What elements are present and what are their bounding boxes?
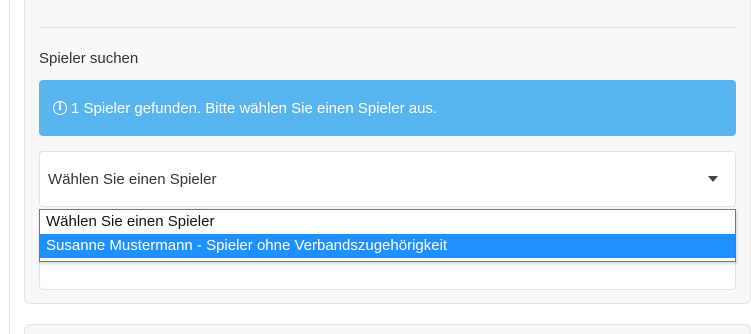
- player-select[interactable]: Wählen Sie einen Spieler: [39, 151, 736, 207]
- info-icon: i: [53, 101, 67, 115]
- player-select-value: Wählen Sie einen Spieler: [48, 170, 217, 188]
- dropdown-option-placeholder[interactable]: Wählen Sie einen Spieler: [40, 210, 735, 234]
- player-select-dropdown[interactable]: Wählen Sie einen Spieler Susanne Musterm…: [39, 209, 736, 262]
- panel-divider: [39, 27, 736, 28]
- next-panel: [24, 324, 751, 334]
- info-alert-text: 1 Spieler gefunden. Bitte wählen Sie ein…: [71, 99, 438, 117]
- info-alert: i 1 Spieler gefunden. Bitte wählen Sie e…: [39, 80, 736, 136]
- chevron-down-icon[interactable]: [708, 176, 718, 182]
- page: Spieler suchen i 1 Spieler gefunden. Bit…: [0, 0, 751, 334]
- page-left-border: [9, 0, 10, 334]
- search-section-label: Spieler suchen: [39, 50, 139, 67]
- dropdown-option-player[interactable]: Susanne Mustermann - Spieler ohne Verban…: [40, 234, 735, 258]
